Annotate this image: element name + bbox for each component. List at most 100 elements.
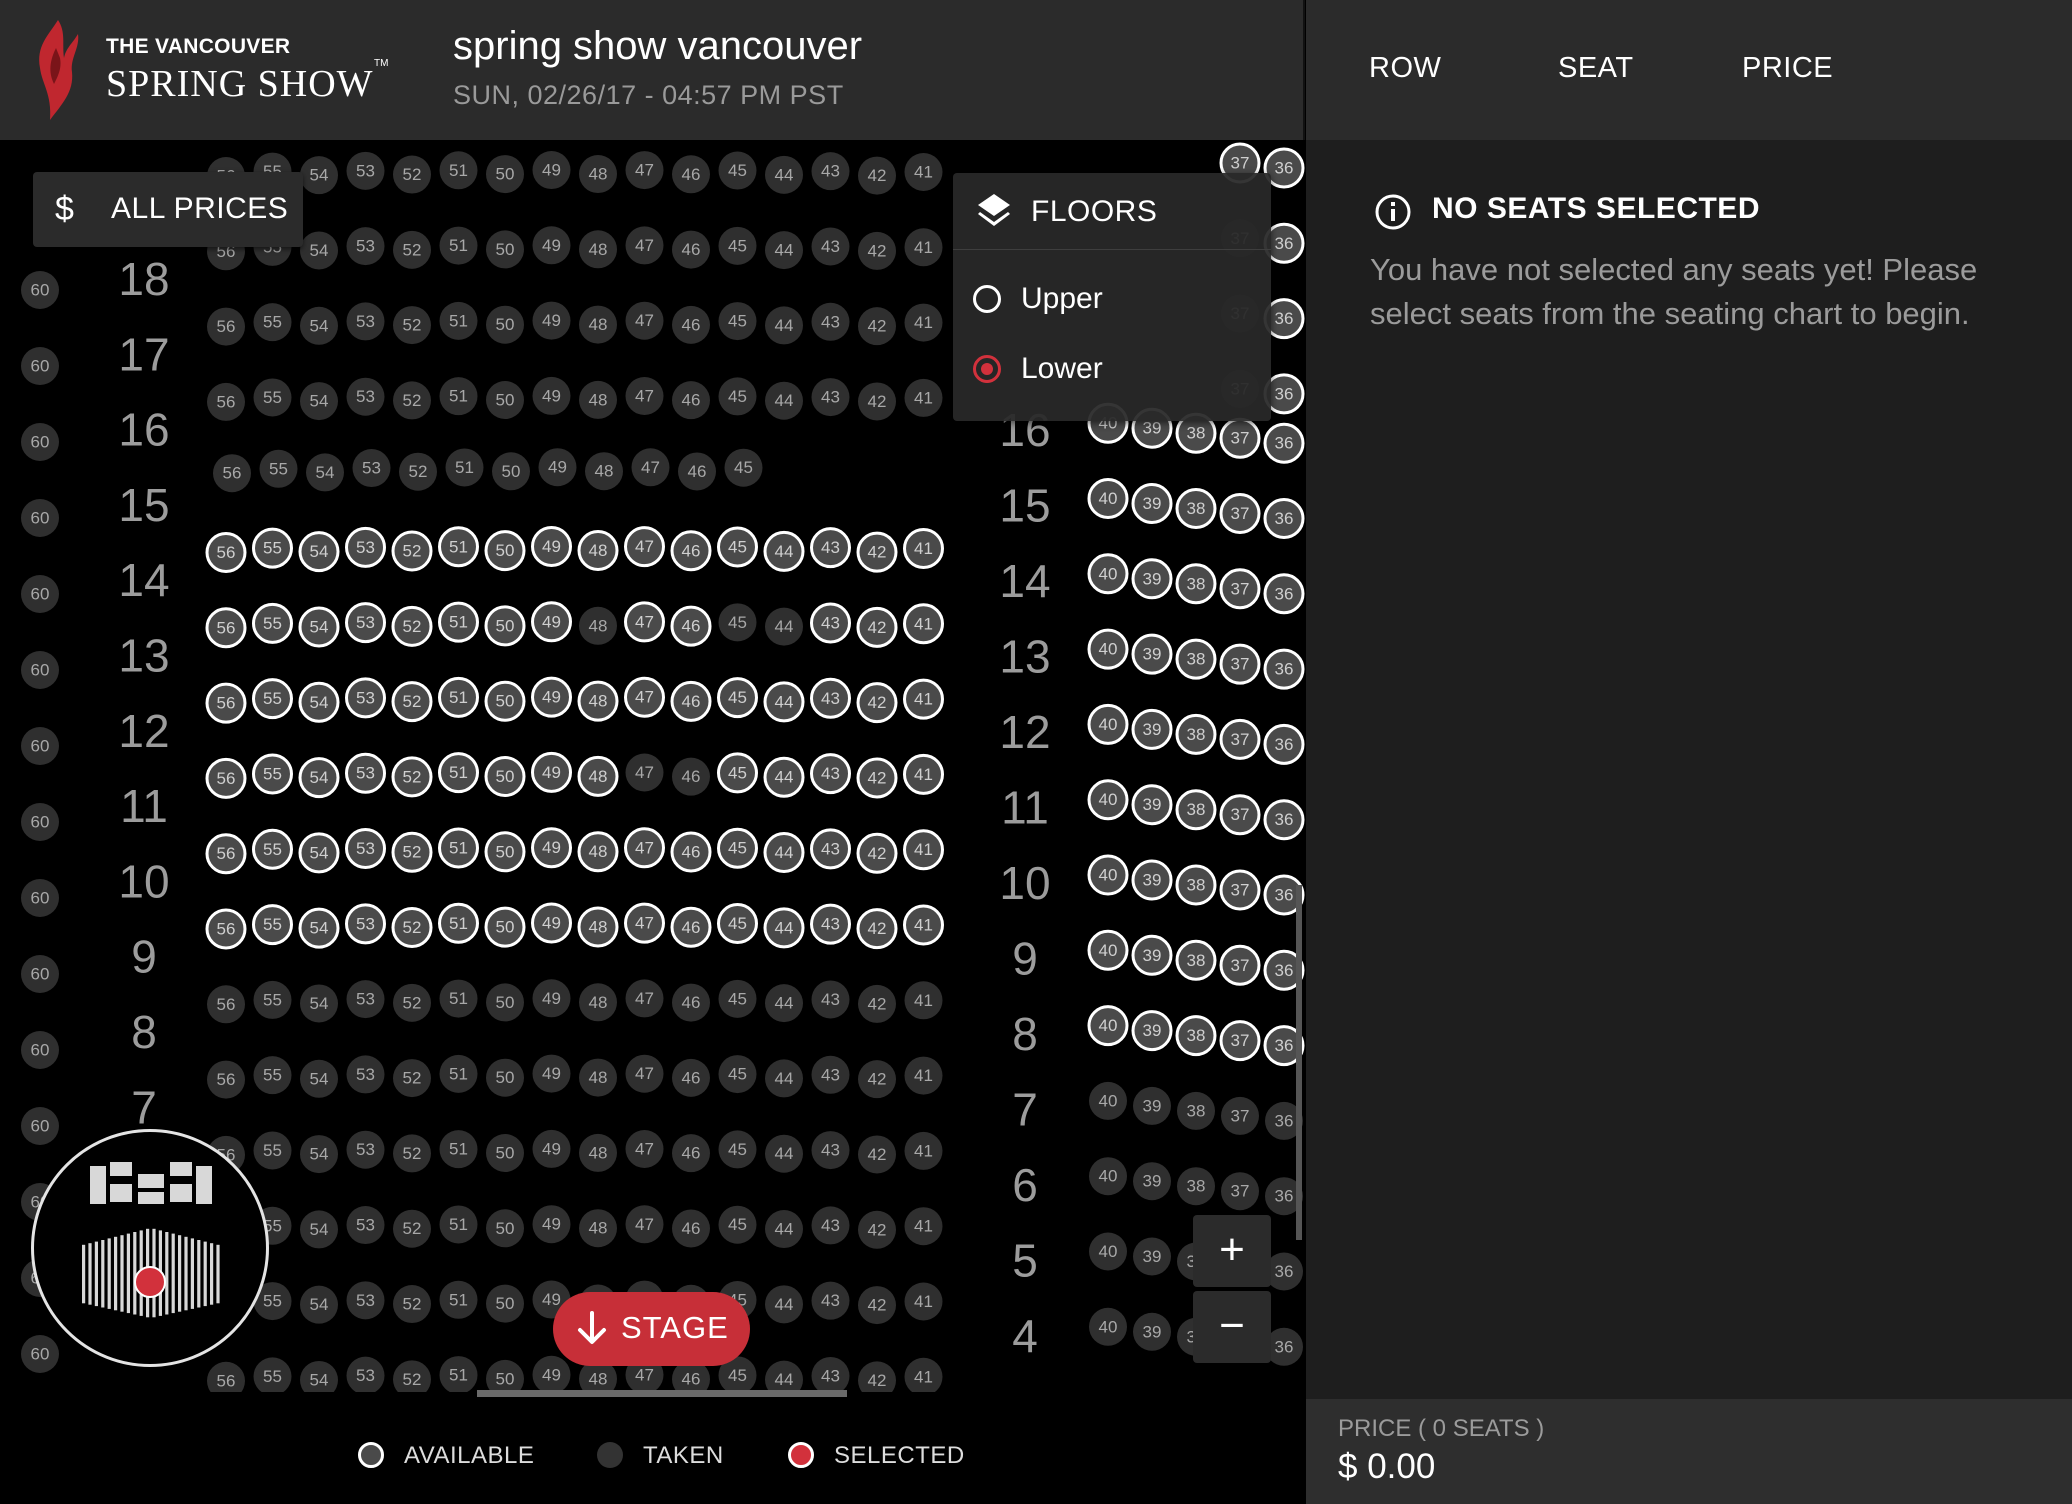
- seat-number: 45: [728, 613, 747, 632]
- minimap-seat-column: [210, 1243, 214, 1305]
- seat-number: 37: [1231, 730, 1250, 749]
- seat-number: 39: [1143, 795, 1162, 814]
- seat-number: 46: [682, 315, 701, 334]
- seat-number: 44: [775, 391, 794, 410]
- seat-number: 36: [1275, 159, 1294, 178]
- seat-number: 53: [356, 839, 375, 858]
- seat-number: 43: [821, 538, 840, 557]
- seat-number: 39: [1143, 1172, 1162, 1191]
- seat-number: 55: [263, 614, 282, 633]
- seat-number: 44: [775, 241, 794, 260]
- seat-number: 39: [1143, 494, 1162, 513]
- seat-number: 48: [595, 462, 614, 481]
- seat-number: 53: [356, 312, 375, 331]
- vertical-scrollbar[interactable]: [1296, 885, 1302, 1240]
- seat-number: 43: [821, 388, 840, 407]
- stage-button[interactable]: STAGE: [553, 1292, 750, 1366]
- row-label-15: 15: [118, 479, 169, 531]
- seat-number: 40: [1099, 866, 1118, 885]
- all-prices-filter-button[interactable]: $ ALL PRICES: [33, 172, 303, 247]
- seat-number: 50: [496, 993, 515, 1012]
- seat-number: 47: [635, 537, 654, 556]
- seat-number: 60: [31, 889, 50, 908]
- row-label-9: 9: [131, 931, 157, 983]
- seat-number: 46: [682, 165, 701, 184]
- seat-number: 50: [496, 767, 515, 786]
- seat-number: 46: [682, 918, 701, 937]
- seat-number: 52: [403, 391, 422, 410]
- minimap-seat-column: [107, 1238, 111, 1309]
- seat-number: 53: [356, 688, 375, 707]
- seat-number: 51: [449, 236, 468, 255]
- seat-number: 38: [1187, 725, 1206, 744]
- seat-number: 36: [1275, 735, 1294, 754]
- taken-dot-icon: [597, 1442, 623, 1468]
- row-label-right-6: 6: [1012, 1159, 1038, 1211]
- venue-minimap[interactable]: [31, 1129, 269, 1367]
- legend-selected-label: SELECTED: [834, 1442, 965, 1469]
- seat-number: 56: [217, 543, 236, 562]
- seat-number: 52: [403, 993, 422, 1012]
- seat-number: 54: [310, 843, 329, 862]
- seat-number: 50: [496, 165, 515, 184]
- seat-number: 41: [914, 614, 933, 633]
- seat-number: 39: [1143, 1021, 1162, 1040]
- seat-number: 50: [496, 240, 515, 259]
- floors-header[interactable]: FLOORS: [953, 173, 1271, 250]
- seat-number: 54: [310, 1220, 329, 1239]
- seat-number: 41: [914, 1367, 933, 1386]
- seat-number: 41: [914, 1066, 933, 1085]
- horizontal-scrollbar[interactable]: [477, 1390, 847, 1397]
- seat-number: 45: [728, 161, 747, 180]
- floor-option-lower[interactable]: Lower: [973, 346, 1253, 396]
- row-label-right-12: 12: [999, 706, 1050, 758]
- floor-option-upper[interactable]: Upper: [973, 276, 1253, 326]
- seat-number: 54: [310, 1069, 329, 1088]
- seat-number: 60: [31, 433, 50, 452]
- seat-number: 51: [449, 1290, 468, 1309]
- seat-number: 39: [1143, 946, 1162, 965]
- minimap-seat-column: [197, 1240, 201, 1308]
- no-seats-title: NO SEATS SELECTED: [1432, 192, 1760, 225]
- seat-number: 38: [1187, 1177, 1206, 1196]
- seat-number: 52: [403, 1144, 422, 1163]
- seat-number: 49: [542, 688, 561, 707]
- seat-number: 40: [1099, 1167, 1118, 1186]
- seat-number: 42: [868, 1145, 887, 1164]
- available-dot-icon: [358, 1442, 384, 1468]
- radio-lower[interactable]: [973, 355, 1001, 383]
- minimap-seat-column: [94, 1241, 98, 1307]
- seat-number: 55: [263, 1066, 282, 1085]
- seat-number: 41: [914, 238, 933, 257]
- seat-number: 38: [1187, 800, 1206, 819]
- row-label-8: 8: [131, 1006, 157, 1058]
- seat-number: 51: [449, 387, 468, 406]
- seat-number: 41: [914, 916, 933, 935]
- seat-number: 41: [914, 1141, 933, 1160]
- seat-number: 42: [868, 1070, 887, 1089]
- minimap-seat-column: [165, 1232, 169, 1315]
- zoom-out-button[interactable]: −: [1193, 1291, 1271, 1363]
- row-label-right-9: 9: [1012, 933, 1038, 985]
- seat-number: 47: [635, 236, 654, 255]
- seat-number: 54: [310, 1295, 329, 1314]
- seat-number: 54: [310, 316, 329, 335]
- radio-upper[interactable]: [973, 285, 1001, 313]
- seat-number: 48: [589, 767, 608, 786]
- seat-number: 54: [310, 994, 329, 1013]
- seat-number: 46: [682, 692, 701, 711]
- seat-number: 45: [728, 1366, 747, 1385]
- seat-number: 49: [542, 838, 561, 857]
- seat-number: 47: [635, 1139, 654, 1158]
- minimap-seat-column: [88, 1243, 92, 1305]
- seat-number: 50: [496, 1219, 515, 1238]
- seat-number: 54: [310, 392, 329, 411]
- seat-number: 49: [542, 1365, 561, 1384]
- seat-number: 50: [496, 541, 515, 560]
- seat-number: 46: [682, 1370, 701, 1389]
- seat-number: 44: [775, 918, 794, 937]
- zoom-in-button[interactable]: +: [1193, 1215, 1271, 1287]
- seat-number: 40: [1099, 715, 1118, 734]
- seat-number: 41: [914, 163, 933, 182]
- seat-number: 43: [821, 237, 840, 256]
